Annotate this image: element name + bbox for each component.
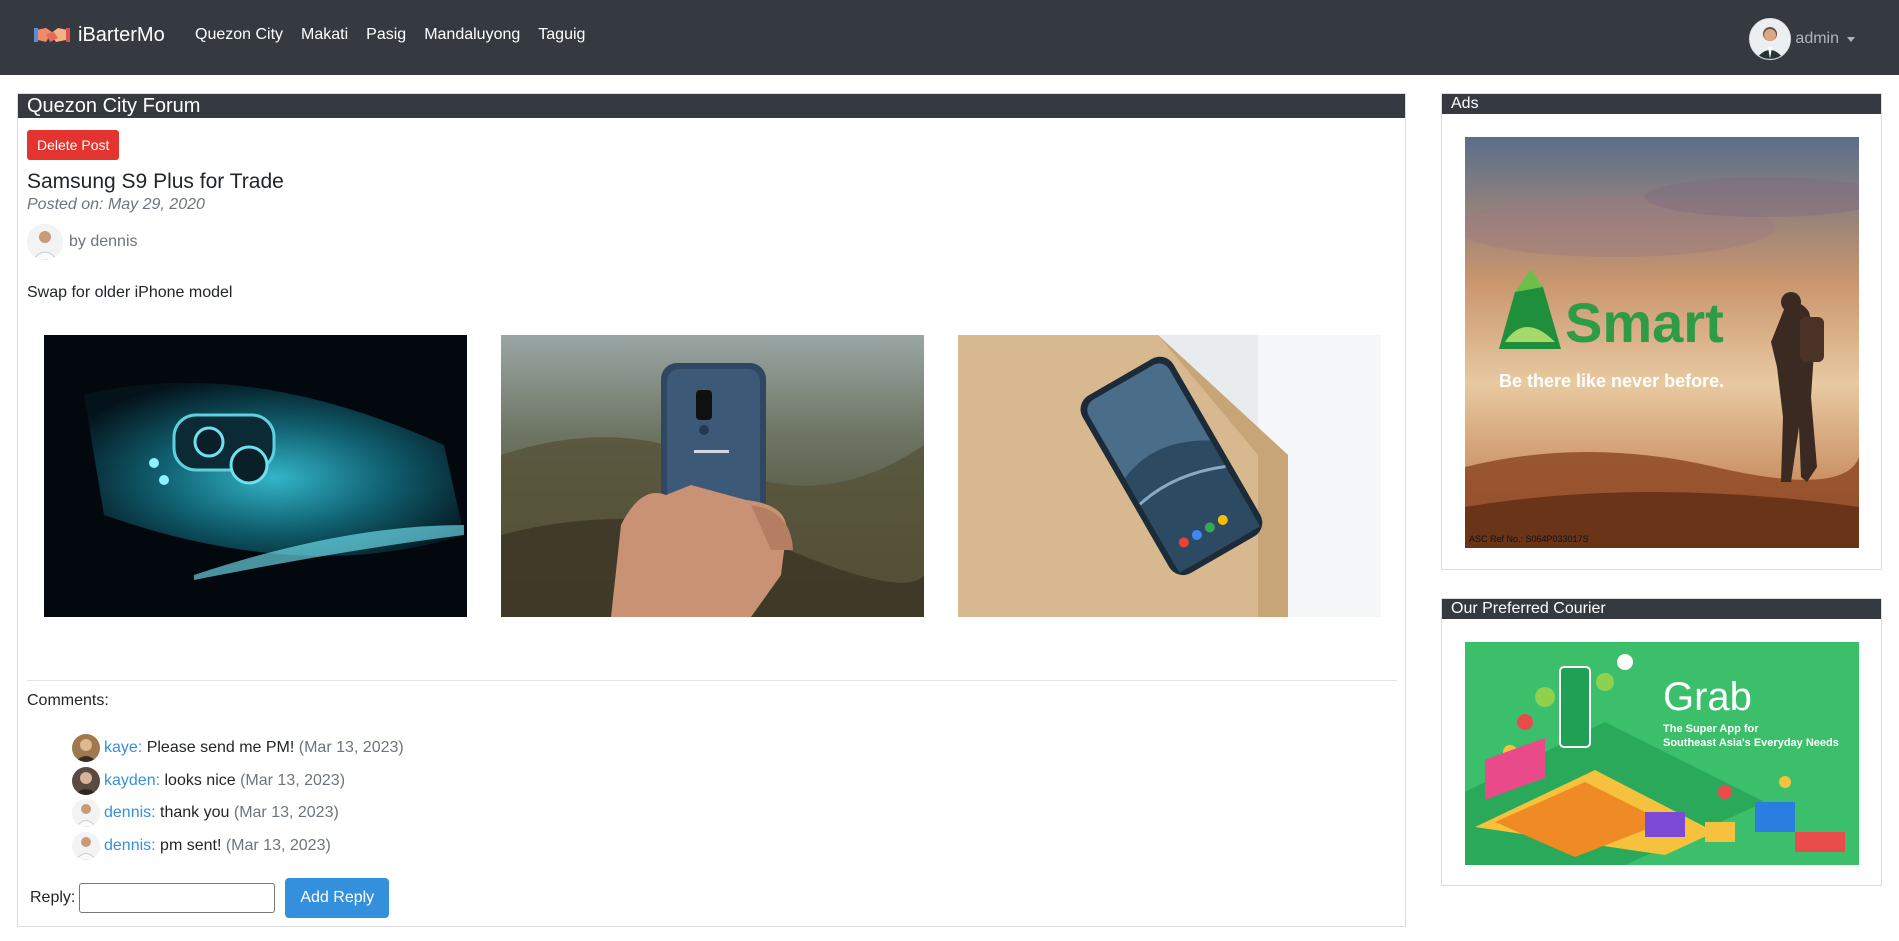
commenter-avatar-icon (72, 734, 100, 762)
post-date: Posted on: May 29, 2020 (27, 196, 205, 213)
ads-title: Ads (1442, 94, 1881, 114)
add-reply-button[interactable]: Add Reply (285, 878, 390, 918)
smart-tagline: Be there like never before. (1499, 371, 1724, 391)
comment-item: dennis: thank you (Mar 13, 2023) (72, 799, 339, 827)
forum-card: Quezon City Forum Delete Post Samsung S9… (17, 93, 1406, 927)
nav-link-pasig[interactable]: Pasig (366, 26, 406, 44)
post-title: Samsung S9 Plus for Trade (27, 170, 284, 193)
post-photo-phone-on-table[interactable] (958, 335, 1381, 617)
smart-ref: ASC Ref No.: S064P033017S (1469, 534, 1589, 544)
author-name: by dennis (69, 233, 138, 250)
commenter-avatar-icon (72, 767, 100, 795)
brand-link[interactable]: iBarterMo (34, 22, 165, 48)
grab-brand: Grab (1663, 675, 1752, 719)
grab-tagline-2: Southeast Asia's Everyday Needs (1663, 737, 1839, 749)
smart-ad-banner[interactable]: Smart Be there like never before. ASC Re… (1465, 137, 1859, 548)
comment-text: thank you (155, 804, 230, 821)
user-name: admin (1795, 30, 1839, 47)
reply-label: Reply: (30, 889, 76, 906)
reply-input[interactable] (79, 883, 276, 913)
post-body: Swap for older iPhone model (27, 284, 233, 301)
comment-text: Please send me PM! (142, 739, 295, 756)
courier-title: Our Preferred Courier (1442, 599, 1881, 619)
post-author: by dennis (27, 224, 138, 260)
comment-date: (Mar 13, 2023) (294, 739, 404, 756)
top-navbar: iBarterMo Quezon City Makati Pasig Manda… (0, 0, 1899, 75)
comment-username[interactable]: dennis: (104, 804, 156, 822)
delete-post-button[interactable]: Delete Post (27, 130, 120, 160)
comment-text: looks nice (160, 772, 236, 789)
comments-divider (27, 680, 1397, 681)
smart-brand: Smart (1565, 291, 1724, 354)
city-nav: Quezon City Makati Pasig Mandaluyong Tag… (195, 26, 603, 44)
comment-item: dennis: pm sent! (Mar 13, 2023) (72, 832, 331, 860)
handshake-logo-icon (34, 28, 70, 42)
post-photo-hand-holding-phone[interactable] (501, 335, 924, 617)
user-avatar-icon (1749, 18, 1792, 60)
comment-item: kayden: looks nice (Mar 13, 2023) (72, 767, 345, 795)
brand-name: iBarterMo (78, 23, 165, 46)
forum-title: Quezon City Forum (18, 94, 1405, 118)
commenter-avatar-icon (72, 832, 100, 860)
nav-link-taguig[interactable]: Taguig (538, 26, 585, 44)
reply-form: Reply: Add Reply (30, 878, 390, 918)
commenter-avatar-icon (72, 799, 100, 827)
user-menu-dropdown[interactable]: admin (1749, 18, 1855, 60)
ads-card: Ads Smart Be there like never before. AS… (1441, 93, 1882, 570)
comment-text: pm sent! (155, 837, 222, 854)
author-avatar-icon (27, 224, 63, 260)
post-photo-camera-closeup[interactable] (44, 335, 467, 617)
comment-date: (Mar 13, 2023) (221, 837, 331, 854)
caret-down-icon (1847, 36, 1855, 42)
grab-tagline-1: The Super App for (1663, 723, 1759, 735)
nav-link-mandaluyong[interactable]: Mandaluyong (424, 26, 520, 44)
comment-username[interactable]: kaye: (104, 739, 142, 757)
nav-link-makati[interactable]: Makati (301, 26, 348, 44)
comment-item: kaye: Please send me PM! (Mar 13, 2023) (72, 734, 404, 762)
comment-username[interactable]: dennis: (104, 837, 156, 855)
comment-date: (Mar 13, 2023) (229, 804, 339, 821)
comment-username[interactable]: kayden: (104, 772, 160, 790)
comment-date: (Mar 13, 2023) (235, 772, 346, 789)
courier-card: Our Preferred Courier Grab The Super App… (1441, 598, 1882, 886)
grab-ad-banner[interactable]: Grab The Super App for Southeast Asia's … (1465, 642, 1859, 865)
nav-link-quezon-city[interactable]: Quezon City (195, 26, 283, 44)
comments-label: Comments: (27, 692, 109, 709)
